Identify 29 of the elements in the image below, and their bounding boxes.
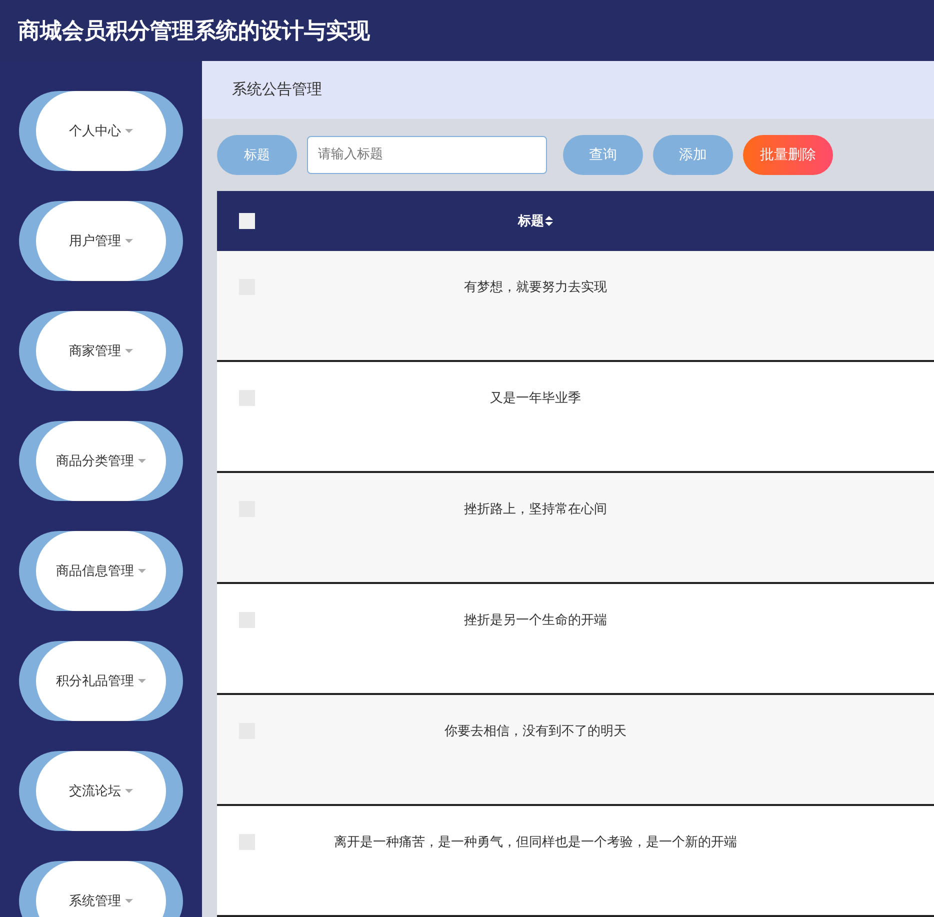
sidebar-item[interactable]: 积分礼品管理 <box>19 641 183 721</box>
caret-icon <box>125 789 133 793</box>
caret-icon <box>125 899 133 903</box>
caret-icon <box>138 679 146 683</box>
field-label: 标题 <box>217 134 297 175</box>
select-all-checkbox[interactable] <box>239 213 255 229</box>
title-search-field[interactable]: 请输入标题 <box>307 136 547 174</box>
sidebar-item[interactable]: 个人中心 <box>19 91 183 171</box>
caret-icon <box>125 239 133 243</box>
caret-icon <box>138 569 146 573</box>
table-cell: 有梦想，就要努力去实现 <box>464 280 607 295</box>
table-cell: 又是一年毕业季 <box>490 391 581 406</box>
sidebar-item[interactable]: 商品分类管理 <box>19 421 183 501</box>
caret-icon <box>125 349 133 353</box>
caret-icon <box>125 129 133 133</box>
sidebar-item[interactable]: 系统管理 <box>19 861 183 917</box>
caret-icon <box>138 459 146 463</box>
sidebar-item[interactable]: 交流论坛 <box>19 751 183 831</box>
sort-icon[interactable] <box>545 216 553 226</box>
app-title: 商城会员积分管理系统的设计与实现 <box>18 18 370 46</box>
table-cell: 挫折路上，坚持常在心间 <box>464 502 607 517</box>
column-header[interactable]: 标题 <box>518 212 544 230</box>
sidebar-item[interactable]: 用户管理 <box>19 201 183 281</box>
sidebar-item[interactable]: 商品信息管理 <box>19 531 183 611</box>
table-cell: 你要去相信，没有到不了的明天 <box>444 724 626 739</box>
table-cell: 离开是一种痛苦，是一种勇气，但同样也是一个考验，是一个新的开端 <box>334 835 737 850</box>
table-cell: 挫折是另一个生命的开端 <box>464 613 607 628</box>
sidebar-item[interactable]: 商家管理 <box>19 311 183 391</box>
page-title: 系统公告管理 <box>232 80 322 100</box>
